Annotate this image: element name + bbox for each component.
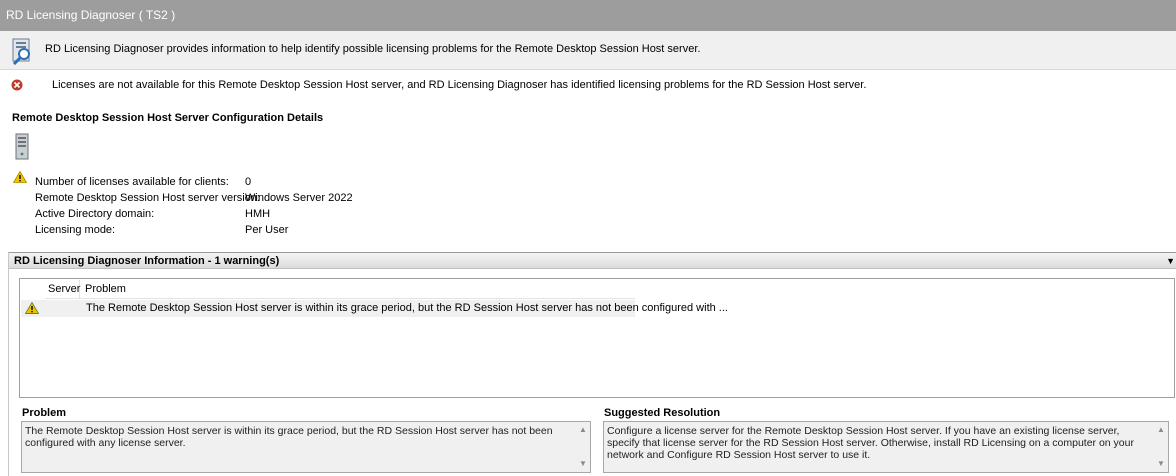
diagnoser-header[interactable]: RD Licensing Diagnoser Information - 1 w… — [9, 252, 1176, 269]
list-item-problem: The Remote Desktop Session Host server i… — [86, 302, 728, 314]
detail-value: 0 — [245, 176, 252, 188]
detail-value: HMH — [245, 208, 271, 220]
scroll-down-icon[interactable]: ▼ — [579, 458, 587, 470]
info-text: RD Licensing Diagnoser provides informat… — [45, 43, 701, 55]
detail-label: Active Directory domain: — [35, 208, 155, 220]
diagnoser-header-label: RD Licensing Diagnoser Information - 1 w… — [14, 255, 280, 267]
detail-value: Per User — [245, 224, 289, 236]
column-header-problem[interactable]: Problem — [81, 280, 621, 299]
detail-label: Remote Desktop Session Host server versi… — [35, 192, 260, 204]
resolution-scrollbar[interactable]: ▲ ▼ — [1154, 422, 1168, 472]
window-title: RD Licensing Diagnoser ( TS2 ) — [0, 0, 1176, 31]
error-message: Licenses are not available for this Remo… — [0, 76, 1176, 94]
list-item[interactable]: The Remote Desktop Session Host server i… — [21, 300, 728, 317]
detail-value: Windows Server 2022 — [245, 192, 353, 204]
error-icon — [11, 79, 23, 91]
problem-pane-title: Problem — [22, 407, 67, 419]
resolution-textbox[interactable]: Configure a license server for the Remot… — [603, 421, 1169, 473]
warning-icon — [25, 302, 39, 314]
detail-label: Licensing mode: — [35, 224, 116, 236]
scroll-up-icon[interactable]: ▲ — [579, 424, 587, 436]
list-header: Server Problem — [45, 280, 635, 299]
resolution-pane-title: Suggested Resolution — [604, 407, 721, 419]
detail-label: Number of licenses available for clients… — [35, 176, 229, 188]
scroll-down-icon[interactable]: ▼ — [1157, 458, 1165, 470]
problem-textbox[interactable]: The Remote Desktop Session Host server i… — [21, 421, 591, 473]
diagnoser-panel: RD Licensing Diagnoser Information - 1 w… — [8, 252, 1176, 476]
problem-list[interactable]: Server Problem The Remote Desktop Sessio… — [19, 278, 1175, 398]
column-header-server[interactable]: Server — [45, 280, 80, 299]
config-section-title: Remote Desktop Session Host Server Confi… — [12, 112, 324, 124]
error-text: Licenses are not available for this Remo… — [52, 79, 867, 91]
info-bar: RD Licensing Diagnoser provides informat… — [0, 31, 1176, 70]
problem-text: The Remote Desktop Session Host server i… — [25, 425, 553, 449]
server-icon — [15, 133, 29, 160]
collapse-arrow-icon[interactable]: ▼ — [1166, 253, 1175, 269]
problem-scrollbar[interactable]: ▲ ▼ — [576, 422, 590, 472]
warning-icon — [13, 171, 27, 183]
scroll-up-icon[interactable]: ▲ — [1157, 424, 1165, 436]
resolution-text: Configure a license server for the Remot… — [607, 425, 1134, 461]
diagnoser-app-icon — [12, 38, 30, 65]
